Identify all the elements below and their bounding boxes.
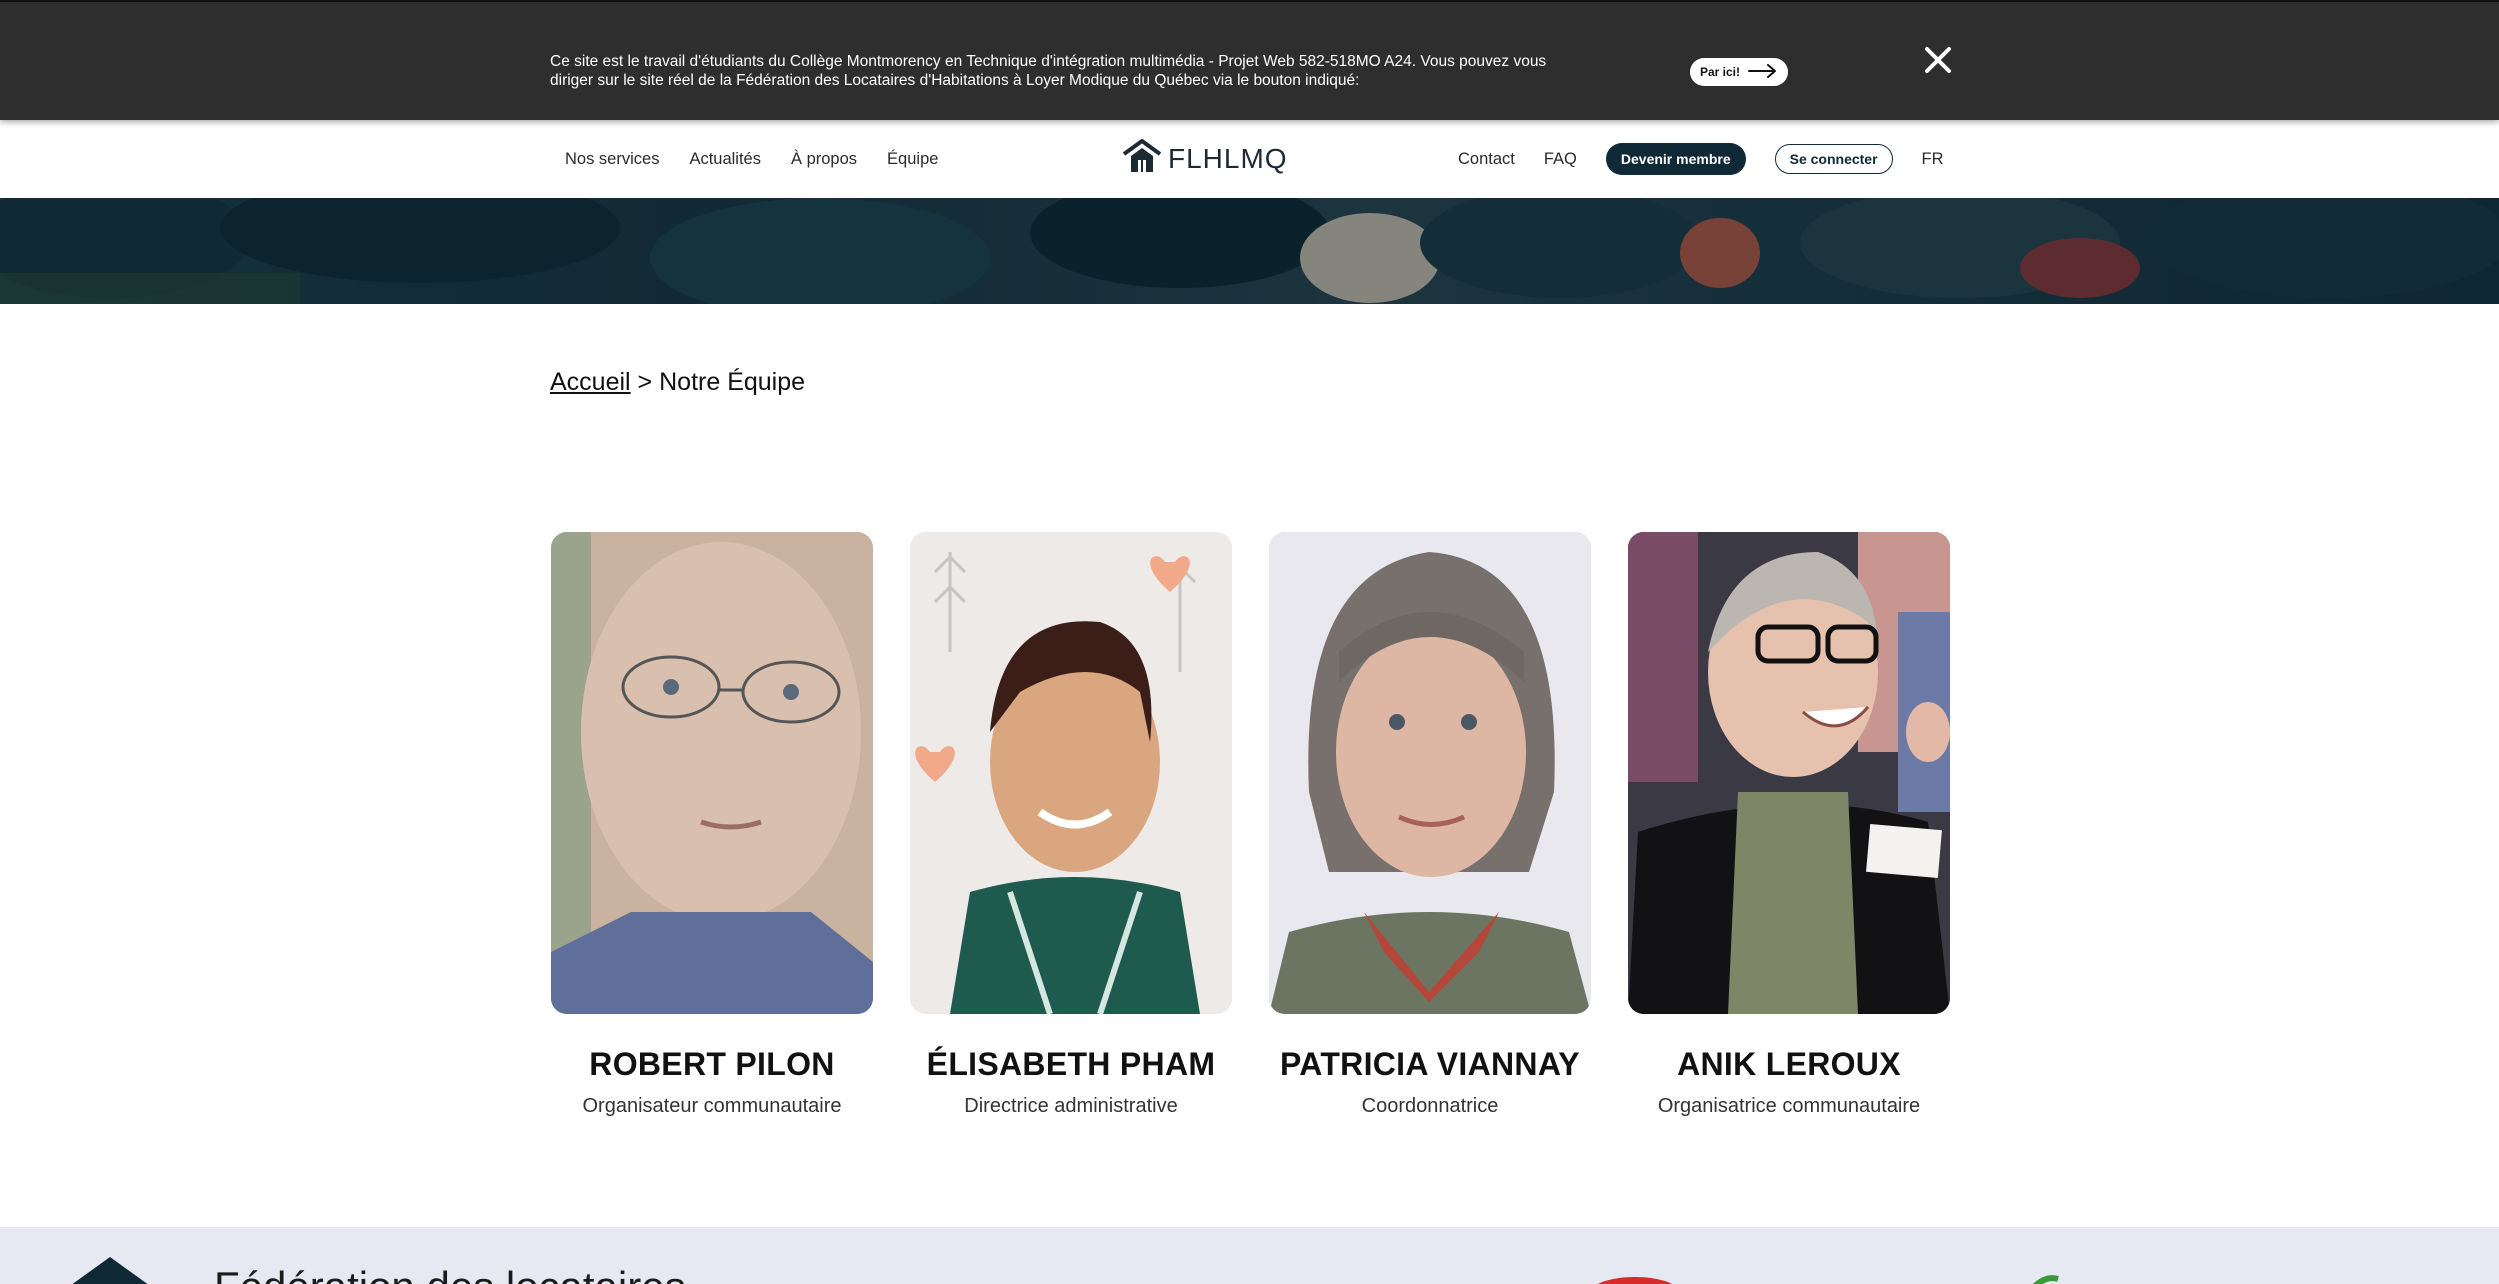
breadcrumb-home-link[interactable]: Accueil: [550, 368, 631, 396]
nav-link-contact[interactable]: Contact: [1458, 150, 1515, 169]
member-role: Organisatrice communautaire: [1657, 1095, 1921, 1117]
house-logo-icon: [1122, 138, 1162, 179]
nav-link-actualites[interactable]: Actualités: [689, 150, 761, 169]
hero-overlay: [0, 198, 2499, 304]
team-photo: [1269, 532, 1591, 1014]
nav-link-faq[interactable]: FAQ: [1544, 150, 1577, 169]
hero-banner-image: [0, 198, 2499, 304]
member-role: Coordonnatrice: [1361, 1095, 1499, 1117]
member-name: ANIK LEROUX: [1677, 1046, 1901, 1082]
team-card[interactable]: PATRICIA VIANNAY Coordonnatrice: [1269, 532, 1591, 1118]
breadcrumb-separator: >: [637, 368, 653, 396]
logo-text: FLHLMQ: [1168, 142, 1288, 174]
team-photo: [1628, 532, 1950, 1014]
breadcrumb: Accueil > Notre Équipe: [550, 368, 805, 397]
nav-link-equipe[interactable]: Équipe: [887, 150, 938, 169]
member-name: ROBERT PILON: [589, 1046, 835, 1082]
nav-link-a-propos[interactable]: À propos: [791, 150, 857, 169]
notice-banner: Ce site est le travail d'étudiants du Co…: [0, 0, 2499, 120]
par-ici-label: Par ici!: [1699, 65, 1741, 79]
par-ici-button[interactable]: Par ici!: [1690, 58, 1788, 86]
footer: Fédération des locataires: [0, 1227, 2499, 1284]
breadcrumb-current: Notre Équipe: [659, 368, 806, 396]
member-name: ÉLISABETH PHAM: [926, 1046, 1216, 1082]
language-toggle[interactable]: FR: [1922, 150, 1944, 169]
nav-link-services[interactable]: Nos services: [565, 150, 659, 169]
member-role: Directrice administrative: [964, 1095, 1178, 1117]
footer-badge-red-icon: [1590, 1273, 1680, 1284]
arrow-right-icon: [1748, 63, 1778, 81]
member-name: PATRICIA VIANNAY: [1280, 1046, 1580, 1082]
team-card[interactable]: ROBERT PILON Organisateur communautaire: [551, 532, 873, 1118]
team-photo: [910, 532, 1232, 1014]
footer-badge-green-icon: [2030, 1275, 2060, 1284]
member-role: Organisateur communautaire: [582, 1095, 842, 1117]
close-icon[interactable]: [1922, 44, 1954, 76]
footer-title: Fédération des locataires: [214, 1263, 686, 1284]
team-photo: [551, 532, 873, 1014]
team-card[interactable]: ÉLISABETH PHAM Directrice administrative: [910, 532, 1232, 1118]
site-logo[interactable]: FLHLMQ: [1122, 138, 1288, 179]
login-button[interactable]: Se connecter: [1774, 144, 1893, 174]
team-card[interactable]: ANIK LEROUX Organisatrice communautaire: [1628, 532, 1950, 1118]
nav-left-links: Nos services Actualités À propos Équipe: [565, 120, 938, 198]
footer-logo-icon: [60, 1253, 160, 1284]
become-member-button[interactable]: Devenir membre: [1605, 143, 1746, 175]
nav-right: Contact FAQ Devenir membre Se connecter …: [1458, 120, 1944, 198]
main-navbar: Nos services Actualités À propos Équipe …: [0, 120, 2499, 198]
notice-text: Ce site est le travail d'étudiants du Co…: [550, 53, 1547, 89]
